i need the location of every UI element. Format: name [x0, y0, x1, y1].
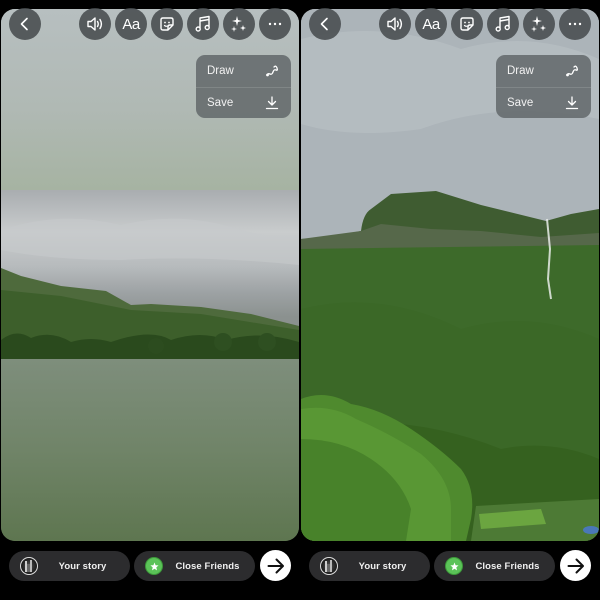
- ellipsis-icon: [568, 22, 582, 26]
- sticker-button[interactable]: [451, 8, 483, 40]
- menu-item-label: Draw: [207, 64, 234, 77]
- text-button[interactable]: Aa: [415, 8, 447, 40]
- star-icon: [145, 557, 163, 575]
- squiggle-draw-icon: [566, 65, 578, 77]
- download-icon: [565, 96, 579, 109]
- text-button[interactable]: Aa: [115, 8, 147, 40]
- music-note-icon: [195, 15, 210, 32]
- more-options-menu: Draw Save: [196, 55, 291, 118]
- next-button[interactable]: [260, 550, 291, 581]
- chevron-left-icon: [320, 17, 328, 31]
- avatar-icon: [20, 557, 38, 575]
- star-icon: [445, 557, 463, 575]
- ellipsis-icon: [268, 22, 282, 26]
- story-editor-left: Aa Draw Save Your story Close Friends: [0, 0, 300, 600]
- close-friends-label: Close Friends: [475, 560, 540, 572]
- blurred-backdrop-bottom: [1, 359, 299, 541]
- arrow-right-icon: [267, 558, 284, 573]
- download-icon: [265, 96, 279, 109]
- share-bar: Your story Close Friends: [0, 549, 300, 582]
- text-icon: Aa: [122, 15, 140, 33]
- your-story-label: Your story: [58, 560, 107, 572]
- menu-item-label: Save: [207, 96, 234, 109]
- back-button[interactable]: [309, 8, 341, 40]
- story-editor-right: Aa Draw Save Your story Close Friends: [300, 0, 600, 600]
- chevron-left-icon: [20, 17, 28, 31]
- more-options-button[interactable]: [559, 8, 591, 40]
- menu-item-draw[interactable]: Draw: [196, 55, 291, 87]
- effects-button[interactable]: [223, 8, 255, 40]
- sticker-icon: [460, 17, 474, 31]
- story-photo: [1, 190, 299, 359]
- speaker-icon: [387, 17, 403, 31]
- more-options-button[interactable]: [259, 8, 291, 40]
- menu-item-save[interactable]: Save: [196, 86, 291, 119]
- menu-item-label: Draw: [507, 64, 534, 77]
- avatar-icon: [320, 557, 338, 575]
- close-friends-label: Close Friends: [175, 560, 240, 572]
- sticker-button[interactable]: [151, 8, 183, 40]
- next-button[interactable]: [560, 550, 591, 581]
- menu-item-label: Save: [507, 96, 534, 109]
- speaker-icon: [87, 17, 103, 31]
- close-friends-button[interactable]: Close Friends: [134, 551, 255, 581]
- effects-button[interactable]: [523, 8, 555, 40]
- music-note-icon: [495, 15, 510, 32]
- sparkles-icon: [231, 16, 246, 32]
- sound-button[interactable]: [379, 8, 411, 40]
- menu-item-save[interactable]: Save: [496, 86, 591, 119]
- sparkles-icon: [531, 16, 546, 32]
- music-button[interactable]: [487, 8, 519, 40]
- close-friends-button[interactable]: Close Friends: [434, 551, 555, 581]
- music-button[interactable]: [187, 8, 219, 40]
- menu-item-draw[interactable]: Draw: [496, 55, 591, 87]
- your-story-button[interactable]: Your story: [9, 551, 130, 581]
- arrow-right-icon: [567, 558, 584, 573]
- share-bar: Your story Close Friends: [300, 549, 600, 582]
- back-button[interactable]: [9, 8, 41, 40]
- editor-toolbar: Aa: [300, 8, 600, 42]
- landscape-photo: [1, 218, 299, 359]
- more-options-menu: Draw Save: [496, 55, 591, 118]
- sticker-icon: [160, 17, 174, 31]
- sound-button[interactable]: [79, 8, 111, 40]
- your-story-label: Your story: [358, 560, 407, 572]
- editor-toolbar: Aa: [0, 8, 300, 42]
- your-story-button[interactable]: Your story: [309, 551, 430, 581]
- squiggle-draw-icon: [266, 65, 278, 77]
- text-icon: Aa: [422, 15, 440, 33]
